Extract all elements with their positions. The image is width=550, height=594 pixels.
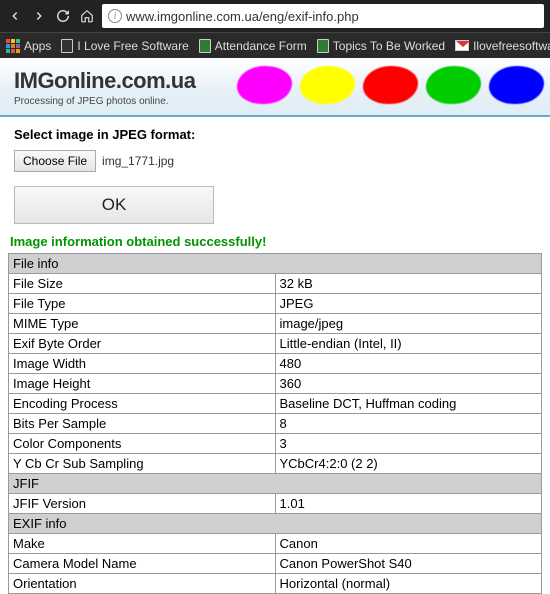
page-icon [61, 39, 73, 53]
mail-icon [455, 40, 469, 51]
table-row: Color Components3 [9, 434, 542, 454]
file-select-section: Select image in JPEG format: Choose File… [0, 117, 550, 176]
file-row: Choose File img_1771.jpg [14, 150, 536, 172]
table-row: Exif Byte OrderLittle-endian (Intel, II) [9, 334, 542, 354]
bookmark-bar: Apps I Love Free Software Attendance For… [0, 32, 550, 58]
table-row: File Size32 kB [9, 274, 542, 294]
bookmark-topics[interactable]: Topics To Be Worked [317, 39, 445, 53]
bookmark-label: Ilovefreesoftware.com [473, 39, 550, 53]
form-icon [317, 39, 329, 53]
bookmark-label: I Love Free Software [77, 39, 188, 53]
bookmark-ilovemail[interactable]: Ilovefreesoftware.com [455, 39, 550, 53]
bookmark-attendance[interactable]: Attendance Form [199, 39, 307, 53]
url-text: www.imgonline.com.ua/eng/exif-info.php [126, 9, 359, 24]
table-row: File TypeJPEG [9, 294, 542, 314]
address-bar[interactable]: i www.imgonline.com.ua/eng/exif-info.php [102, 4, 544, 28]
table-row: Encoding ProcessBaseline DCT, Huffman co… [9, 394, 542, 414]
section-file-info: File info [9, 254, 542, 274]
table-row: MIME Typeimage/jpeg [9, 314, 542, 334]
exif-table: File info File Size32 kB File TypeJPEG M… [8, 253, 542, 594]
bookmark-apps[interactable]: Apps [6, 39, 51, 53]
blob-magenta [237, 66, 292, 104]
blob-blue [489, 66, 544, 104]
table-row: MakeCanon [9, 534, 542, 554]
section-jfif: JFIF [9, 474, 542, 494]
table-row: Bits Per Sample8 [9, 414, 542, 434]
bookmark-ilove[interactable]: I Love Free Software [61, 39, 188, 53]
form-icon [199, 39, 211, 53]
table-row: Image Height360 [9, 374, 542, 394]
success-message: Image information obtained successfully! [0, 230, 550, 251]
submit-section: OK [0, 176, 550, 230]
ok-button[interactable]: OK [14, 186, 214, 224]
blob-yellow [300, 66, 355, 104]
select-label: Select image in JPEG format: [14, 127, 536, 142]
blob-red [363, 66, 418, 104]
reload-icon[interactable] [54, 7, 72, 25]
selected-filename: img_1771.jpg [102, 154, 174, 168]
apps-icon [6, 39, 20, 53]
table-row: Image Width480 [9, 354, 542, 374]
browser-chrome: i www.imgonline.com.ua/eng/exif-info.php… [0, 0, 550, 58]
forward-icon[interactable] [30, 7, 48, 25]
home-icon[interactable] [78, 7, 96, 25]
page-content: IMGonline.com.ua Processing of JPEG phot… [0, 58, 550, 594]
bookmark-label: Topics To Be Worked [333, 39, 445, 53]
choose-file-button[interactable]: Choose File [14, 150, 96, 172]
table-row: OrientationHorizontal (normal) [9, 574, 542, 594]
bookmark-label: Apps [24, 39, 51, 53]
color-blobs [237, 66, 544, 104]
section-exif: EXIF info [9, 514, 542, 534]
bookmark-label: Attendance Form [215, 39, 307, 53]
table-row: Camera Model NameCanon PowerShot S40 [9, 554, 542, 574]
site-info-icon[interactable]: i [108, 9, 122, 23]
table-row: JFIF Version1.01 [9, 494, 542, 514]
table-row: Y Cb Cr Sub SamplingYCbCr4:2:0 (2 2) [9, 454, 542, 474]
browser-nav-row: i www.imgonline.com.ua/eng/exif-info.php [0, 0, 550, 32]
blob-green [426, 66, 481, 104]
site-header: IMGonline.com.ua Processing of JPEG phot… [0, 58, 550, 117]
back-icon[interactable] [6, 7, 24, 25]
